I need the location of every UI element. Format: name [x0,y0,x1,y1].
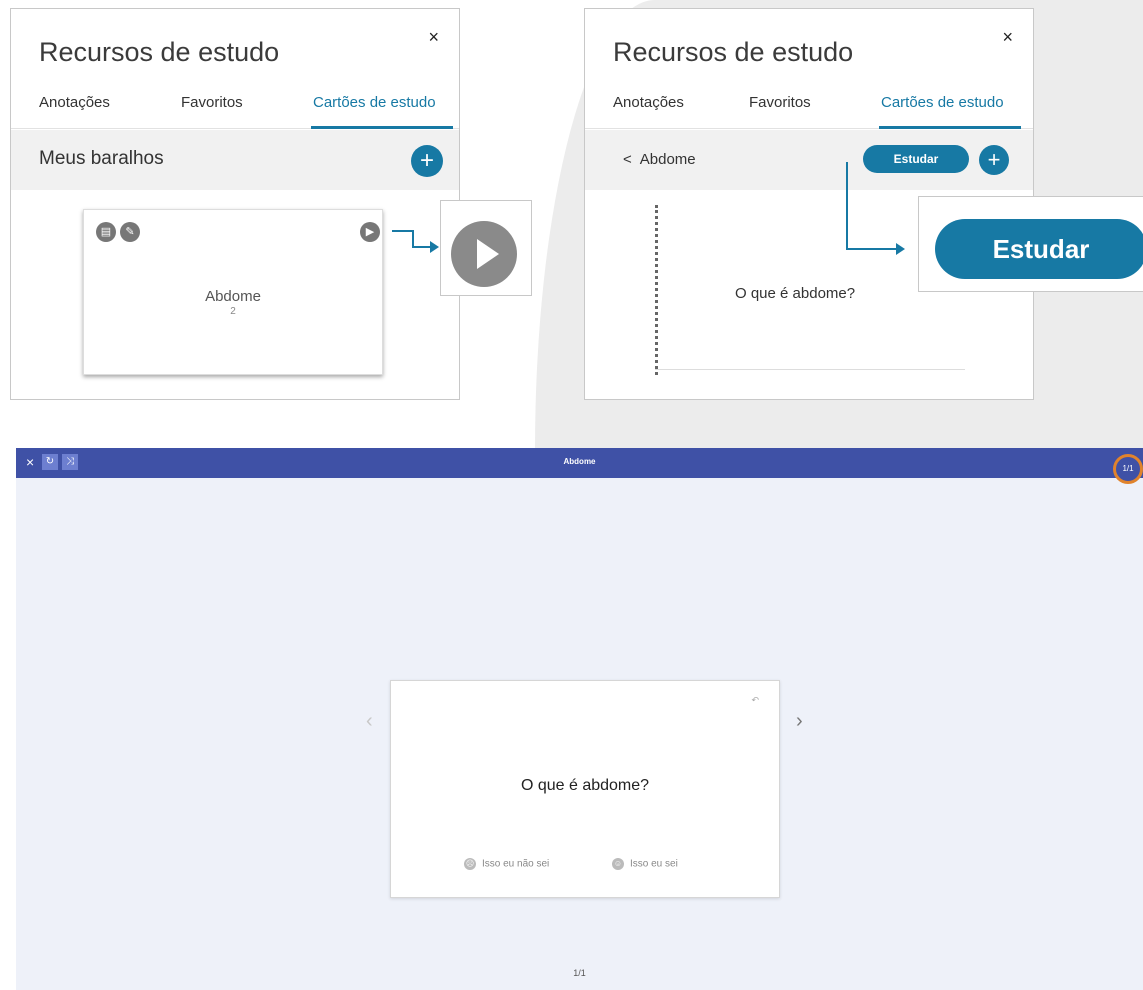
card-edge [655,205,658,375]
tab-bar: Anotações Favoritos Cartões de estudo [11,91,459,129]
play-icon[interactable]: ▶ [360,222,380,242]
study-button[interactable]: Estudar [863,145,969,173]
tab-cartoes-de-estudo[interactable]: Cartões de estudo [313,94,436,111]
tab-cartoes-de-estudo[interactable]: Cartões de estudo [881,94,1004,111]
deck-name: Abdome [205,288,261,305]
deck-card[interactable]: ▤ ✎ ▶ Abdome 2 [83,209,383,375]
flashcard-question: O que é abdome? [520,777,650,794]
back-to-deck-link[interactable]: < Abdome [623,151,696,168]
know-button[interactable]: ☺ Isso eu sei [612,858,678,878]
chevron-left-icon: < [623,151,632,168]
add-deck-button[interactable]: + [411,145,443,177]
happy-face-icon: ☺ [612,858,624,870]
deck-card-count: 2 [230,306,236,317]
document-icon[interactable]: ▤ [96,222,116,242]
section-title: Meus baralhos [39,148,164,169]
divider [655,369,965,370]
flashcard-viewer: × ↻ ⤨ Abdome ‹ ↶ O que é abdome? › ☹ Isso… [16,448,1143,990]
study-button-zoomed: Estudar [935,219,1143,279]
play-callout [440,200,532,296]
add-card-button[interactable]: + [979,145,1009,175]
flip-icon[interactable]: ↶ [751,695,759,706]
dont-know-button[interactable]: ☹ Isso eu não sei [464,858,549,878]
card-counter-badge: 1/1 [1113,454,1143,484]
tab-anotacoes[interactable]: Anotações [39,94,110,111]
viewer-title: Abdome [563,457,596,466]
close-icon[interactable]: × [428,27,439,48]
sad-face-icon: ☹ [464,858,476,870]
tab-anotacoes[interactable]: Anotações [613,94,684,111]
tab-bar: Anotações Favoritos Cartões de estudo [585,91,1033,129]
connector-line [392,230,414,232]
play-icon [451,221,517,287]
connector-line [846,248,898,250]
tab-favoritos[interactable]: Favoritos [181,94,243,111]
active-tab-indicator [311,126,453,129]
connector-line [412,246,432,248]
deck-name: Abdome [639,151,696,168]
previous-card-button[interactable]: ‹ [366,710,373,733]
panel-title: Recursos de estudo [613,37,854,67]
study-callout: Estudar [918,196,1143,292]
tab-favoritos[interactable]: Favoritos [749,94,811,111]
card-question: O que é abdome? [735,285,856,302]
study-resources-panel-decks: Recursos de estudo × Anotações Favoritos… [10,8,460,400]
panel-title: Recursos de estudo [39,37,280,67]
connector-line [846,162,848,250]
next-card-button[interactable]: › [796,710,803,733]
close-icon[interactable]: × [1002,27,1013,48]
viewer-topbar: × ↻ ⤨ Abdome [16,448,1143,478]
arrow-icon [430,241,439,253]
flashcard[interactable]: ↶ O que é abdome? [390,680,780,898]
active-tab-indicator [879,126,1021,129]
page-indicator: 1/1 [573,968,586,978]
pencil-icon[interactable]: ✎ [120,222,140,242]
arrow-icon [896,243,905,255]
